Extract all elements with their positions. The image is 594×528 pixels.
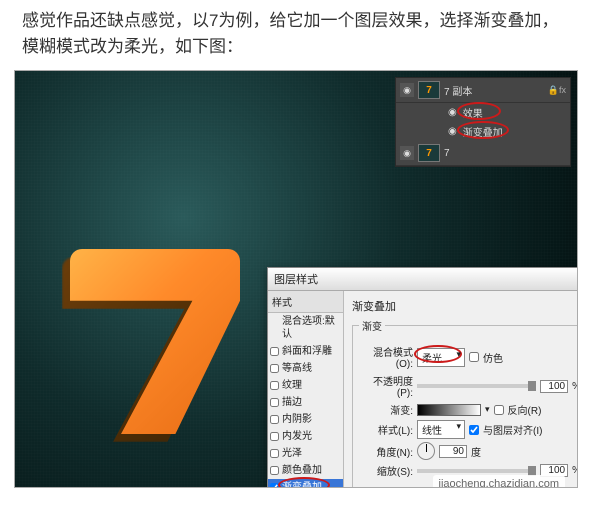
eye-icon[interactable]: ◉	[448, 107, 457, 118]
fx-badge[interactable]: fx	[559, 85, 566, 95]
angle-input[interactable]: 90	[439, 445, 467, 458]
gradient-label: 渐变:	[359, 402, 413, 417]
group-title: 渐变	[359, 318, 385, 333]
side-item-stroke[interactable]: 描边	[268, 394, 343, 411]
side-item-blend-options[interactable]: 混合选项:默认	[268, 313, 343, 343]
layer-name: 7	[444, 148, 566, 159]
section-title: 渐变叠加	[352, 296, 578, 318]
side-item-contour[interactable]: 等高线	[268, 360, 343, 377]
blend-mode-label: 混合模式(O):	[359, 344, 413, 370]
side-item-color-overlay[interactable]: 颜色叠加	[268, 462, 343, 479]
visibility-icon[interactable]: ◉	[400, 83, 414, 97]
layer-row[interactable]: ◉ 7 7	[396, 141, 570, 166]
blend-mode-select[interactable]: 柔光	[417, 348, 465, 367]
checkbox[interactable]	[270, 381, 279, 390]
side-item-texture[interactable]: 纹理	[268, 377, 343, 394]
sidebar-header: 样式	[268, 291, 343, 313]
opacity-label: 不透明度(P):	[359, 373, 413, 399]
style-select[interactable]: 线性	[417, 420, 465, 439]
gradient-preview[interactable]	[417, 404, 481, 416]
number-7-artwork	[70, 249, 240, 434]
checkbox[interactable]	[270, 398, 279, 407]
layer-thumbnail[interactable]: 7	[418, 81, 440, 99]
angle-label: 角度(N):	[359, 444, 413, 459]
checkbox[interactable]	[270, 449, 279, 458]
styles-sidebar: 样式 混合选项:默认 斜面和浮雕 等高线 纹理 描边 内阴影 内发光 光泽 颜色…	[268, 291, 344, 488]
layer-style-dialog: 图层样式 样式 混合选项:默认 斜面和浮雕 等高线 纹理 描边 内阴影 内发光 …	[267, 267, 578, 488]
percent-label: %	[572, 381, 578, 392]
gradient-overlay-label: 渐变叠加	[463, 128, 503, 139]
layer-effect-gradient-overlay[interactable]: ◉ 渐变叠加	[396, 122, 570, 141]
checkbox[interactable]	[270, 466, 279, 475]
scale-slider[interactable]	[417, 469, 536, 473]
align-label: 与图层对齐(I)	[483, 422, 542, 437]
dialog-main: 渐变叠加 渐变 混合模式(O): 柔光 仿色 不透明度(P):	[344, 291, 578, 488]
opacity-slider[interactable]	[417, 384, 536, 388]
scale-label: 缩放(S):	[359, 463, 413, 478]
checkbox[interactable]	[270, 347, 279, 356]
tutorial-screenshot: ◉ 7 7 副本 🔒 fx ◉ 效果 ◉ 渐变叠加 ◉ 7 7 图层样式	[14, 70, 578, 488]
effects-label: 效果	[463, 109, 483, 120]
angle-dial[interactable]	[417, 442, 435, 460]
dialog-title: 图层样式	[268, 268, 578, 291]
checkbox[interactable]	[270, 432, 279, 441]
reverse-checkbox[interactable]	[494, 405, 504, 415]
side-item-bevel[interactable]: 斜面和浮雕	[268, 343, 343, 360]
checkbox[interactable]	[270, 415, 279, 424]
dither-label: 仿色	[483, 350, 503, 365]
opacity-input[interactable]: 100	[540, 380, 568, 393]
layer-name: 7 副本	[444, 83, 548, 98]
reverse-label: 反向(R)	[508, 402, 542, 417]
eye-icon[interactable]: ◉	[448, 126, 457, 137]
align-checkbox[interactable]	[469, 425, 479, 435]
dither-checkbox[interactable]	[469, 352, 479, 362]
percent-label: %	[572, 465, 578, 476]
degree-label: 度	[471, 444, 481, 459]
layer-row[interactable]: ◉ 7 7 副本 🔒 fx	[396, 78, 570, 103]
lock-icon: 🔒	[548, 85, 559, 96]
visibility-icon[interactable]: ◉	[400, 146, 414, 160]
intro-paragraph: 感觉作品还缺点感觉，以7为例，给它加一个图层效果，选择渐变叠加，模糊模式改为柔光…	[0, 0, 594, 70]
layer-effects-row[interactable]: ◉ 效果	[396, 103, 570, 122]
side-item-satin[interactable]: 光泽	[268, 445, 343, 462]
side-item-inner-shadow[interactable]: 内阴影	[268, 411, 343, 428]
checkbox[interactable]	[270, 364, 279, 373]
style-label: 样式(L):	[359, 422, 413, 437]
side-item-gradient-overlay[interactable]: 渐变叠加	[268, 479, 343, 488]
layers-panel: ◉ 7 7 副本 🔒 fx ◉ 效果 ◉ 渐变叠加 ◉ 7 7	[395, 77, 571, 167]
layer-thumbnail[interactable]: 7	[418, 144, 440, 162]
watermark-url: jiaocheng.chazidian.com	[433, 475, 565, 488]
side-item-inner-glow[interactable]: 内发光	[268, 428, 343, 445]
checkbox[interactable]	[270, 483, 279, 488]
